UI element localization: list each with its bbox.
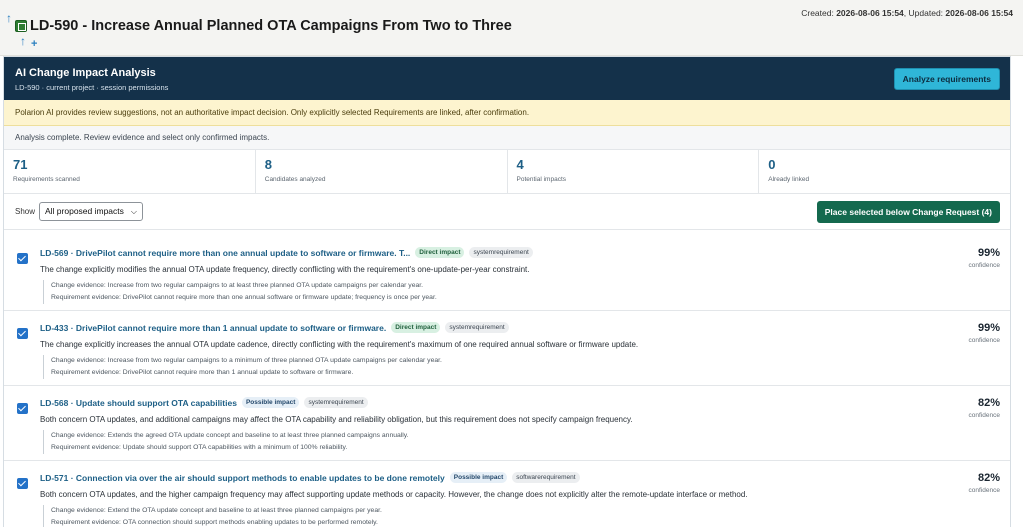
item-description: The change explicitly modifies the annua… (40, 265, 530, 274)
requirement-evidence: Requirement evidence: DrivePilot cannot … (51, 294, 437, 301)
change-evidence: Change evidence: Extend the OTA update c… (51, 507, 382, 514)
impact-badge: Possible impact (449, 472, 508, 483)
confidence: 82% confidence (969, 397, 1000, 419)
change-evidence: Change evidence: Extends the agreed OTA … (51, 432, 409, 439)
stat-potential-impacts: 4 Potential impacts (508, 150, 760, 193)
evidence-block: Change evidence: Extends the agreed OTA … (43, 430, 409, 454)
item-description: Both concern OTA updates, and additional… (40, 415, 633, 424)
requirement-evidence: Requirement evidence: OTA connection sho… (51, 519, 378, 526)
type-badge: systemrequirement (445, 322, 509, 333)
timestamps: Created: 2026-08-06 15:54, Updated: 2026… (801, 8, 1013, 18)
confidence-value: 99% (977, 322, 1000, 334)
confidence: 82% confidence (969, 472, 1000, 494)
type-badge: systemrequirement (304, 397, 368, 408)
confidence-value: 99% (977, 247, 1000, 259)
requirement-link[interactable]: LD-433 · DrivePilot cannot require more … (40, 323, 386, 333)
impact-badge: Direct impact (415, 247, 465, 258)
evidence-block: Change evidence: Increase from two regul… (43, 280, 437, 304)
list-item: LD-571 · Connection via over the air sho… (4, 461, 1010, 527)
stat-already-linked: 0 Already linked (759, 150, 1010, 193)
select-checkbox[interactable] (17, 403, 28, 414)
stat-label: Candidates analyzed (264, 176, 326, 183)
requirement-evidence: Requirement evidence: Update should supp… (51, 444, 348, 451)
confidence-label: confidence (968, 262, 1000, 269)
select-checkbox[interactable] (17, 328, 28, 339)
type-badge: softwarerequirement (512, 472, 580, 483)
confidence: 99% confidence (969, 322, 1000, 344)
confidence: 99% confidence (969, 247, 1000, 269)
arrow-up-icon[interactable]: ↑ (20, 35, 26, 47)
page-header: ↑ ↑ + LD-590 - Increase Annual Planned O… (0, 0, 1023, 56)
filter-bar: Show All proposed impacts ⌵ Place select… (4, 194, 1010, 230)
impact-badge: Possible impact (241, 397, 300, 408)
change-evidence: Change evidence: Increase from two regul… (51, 282, 424, 289)
stats-bar: 71 Requirements scanned 8 Candidates ana… (4, 150, 1010, 194)
stat-value: 0 (768, 157, 776, 172)
impact-list: LD-569 · DrivePilot cannot require more … (4, 236, 1010, 527)
stat-value: 4 (516, 157, 524, 172)
item-header: LD-433 · DrivePilot cannot require more … (40, 322, 509, 333)
requirement-link[interactable]: LD-568 · Update should support OTA capab… (40, 398, 237, 408)
panel-title: AI Change Impact Analysis (15, 67, 156, 79)
evidence-block: Change evidence: Extend the OTA update c… (43, 505, 382, 527)
list-item: LD-569 · DrivePilot cannot require more … (4, 236, 1010, 311)
panel-header: AI Change Impact Analysis LD-590 · curre… (4, 57, 1010, 100)
impact-filter-value: All proposed impacts (45, 206, 124, 216)
requirement-link[interactable]: LD-571 · Connection via over the air sho… (40, 473, 445, 483)
place-selected-button[interactable]: Place selected below Change Request (4) (816, 201, 1000, 223)
document-icon (15, 20, 27, 32)
item-header: LD-569 · DrivePilot cannot require more … (40, 247, 533, 258)
list-item: LD-568 · Update should support OTA capab… (4, 386, 1010, 461)
show-label: Show (15, 207, 36, 216)
list-item: LD-433 · DrivePilot cannot require more … (4, 311, 1010, 386)
page-title: LD-590 - Increase Annual Planned OTA Cam… (30, 18, 512, 34)
evidence-block: Change evidence: Increase from two regul… (43, 355, 442, 379)
confidence-label: confidence (968, 337, 1000, 344)
analyze-requirements-button[interactable]: Analyze requirements (893, 68, 1000, 90)
stat-label: Already linked (768, 176, 810, 183)
impact-filter-select[interactable]: All proposed impacts ⌵ (39, 202, 143, 221)
stat-value: 71 (13, 157, 28, 172)
select-checkbox[interactable] (17, 253, 28, 264)
confidence-label: confidence (968, 412, 1000, 419)
panel-subtitle: LD-590 · current project · session permi… (15, 83, 169, 92)
requirement-link[interactable]: LD-569 · DrivePilot cannot require more … (40, 248, 410, 258)
created-label: Created: (801, 8, 834, 18)
stat-label: Requirements scanned (13, 176, 80, 183)
arrow-up-icon[interactable]: ↑ (6, 12, 12, 24)
impact-badge: Direct impact (391, 322, 441, 333)
plus-icon[interactable]: + (31, 39, 37, 50)
stat-label: Potential impacts (516, 176, 567, 183)
item-description: Both concern OTA updates, and the higher… (40, 490, 748, 499)
type-badge: systemrequirement (469, 247, 533, 258)
confidence-label: confidence (968, 487, 1000, 494)
impact-analysis-panel: AI Change Impact Analysis LD-590 · curre… (3, 56, 1011, 527)
confidence-value: 82% (977, 397, 1000, 409)
stat-value: 8 (264, 157, 272, 172)
analysis-status: Analysis complete. Review evidence and s… (4, 126, 1010, 150)
stat-candidates-analyzed: 8 Candidates analyzed (256, 150, 508, 193)
item-header: LD-568 · Update should support OTA capab… (40, 397, 368, 408)
requirement-evidence: Requirement evidence: DrivePilot cannot … (51, 369, 354, 376)
created-value: 2026-08-06 15:54 (836, 8, 904, 18)
item-description: The change explicitly increases the annu… (40, 340, 639, 349)
change-evidence: Change evidence: Increase from two regul… (51, 357, 442, 364)
chevron-down-icon: ⌵ (130, 207, 137, 216)
ai-disclaimer-banner: Polarion AI provides review suggestions,… (4, 100, 1010, 126)
stat-requirements-scanned: 71 Requirements scanned (4, 150, 256, 193)
confidence-value: 82% (977, 472, 1000, 484)
updated-label: Updated: (908, 8, 944, 18)
select-checkbox[interactable] (17, 478, 28, 489)
item-header: LD-571 · Connection via over the air sho… (40, 472, 580, 483)
updated-value: 2026-08-06 15:54 (945, 8, 1013, 18)
